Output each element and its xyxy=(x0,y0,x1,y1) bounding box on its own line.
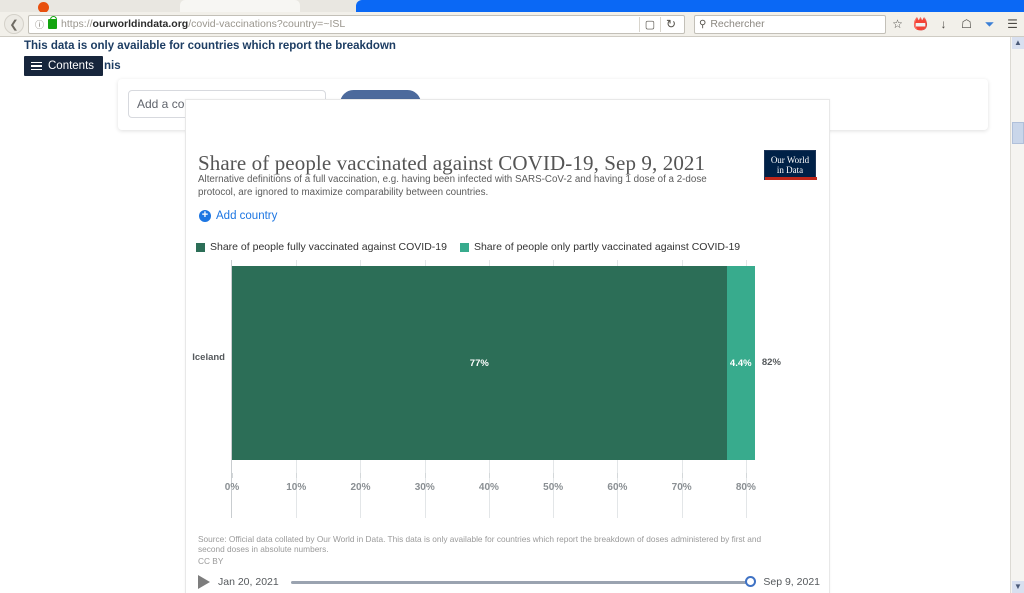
contents-button[interactable]: Contents xyxy=(24,56,104,76)
x-tick-mark xyxy=(681,473,683,478)
back-button-icon[interactable]: ❮ xyxy=(4,14,24,34)
scroll-down-arrow-icon[interactable]: ▼ xyxy=(1012,581,1024,593)
add-country-button[interactable]: + Add country xyxy=(199,210,277,222)
url-path: /covid-vaccinations?country=~ISL xyxy=(188,18,346,30)
legend-label-fully: Share of people fully vaccinated against… xyxy=(210,241,447,253)
x-tick-label: 10% xyxy=(286,482,307,493)
x-tick-label: 70% xyxy=(671,482,692,493)
browser-tab[interactable] xyxy=(180,0,300,12)
page-content: This data is only available for countrie… xyxy=(0,37,1010,593)
browser-tab-highlighted[interactable] xyxy=(356,0,1024,12)
bookmark-star-icon[interactable]: ☆ xyxy=(886,17,909,31)
bar-segment-partly-vaccinated[interactable]: 4.4% xyxy=(726,266,755,460)
x-tick-mark xyxy=(360,473,362,478)
hamburger-icon xyxy=(31,61,42,71)
x-tick-mark xyxy=(553,473,555,478)
scrollbar-thumb[interactable] xyxy=(1012,122,1024,144)
chart-title: Share of people vaccinated against COVID… xyxy=(198,151,706,175)
x-tick-mark xyxy=(424,473,426,478)
page-banner-text: This data is only available for countrie… xyxy=(24,40,396,52)
search-bar[interactable]: ⚲ Rechercher xyxy=(694,14,886,34)
library-icon[interactable]: 📛 xyxy=(909,17,932,31)
url-scheme: https:// xyxy=(61,18,93,30)
timeline-start-date: Jan 20, 2021 xyxy=(218,576,279,588)
x-tick-label: 20% xyxy=(350,482,371,493)
obscured-text: nis xyxy=(104,60,121,72)
menu-hamburger-icon[interactable]: ☰ xyxy=(1001,17,1024,31)
page-scrollbar[interactable]: ▲ ▼ xyxy=(1010,37,1024,593)
x-tick-label: 30% xyxy=(414,482,435,493)
timeline-handle[interactable] xyxy=(745,576,757,587)
owid-logo-line1: Our World xyxy=(770,154,810,165)
timeline-slider[interactable]: Jan 20, 2021 Sep 9, 2021 xyxy=(198,572,820,592)
url-text: https://ourworldindata.org/covid-vaccina… xyxy=(61,18,345,30)
legend-item-fully[interactable]: Share of people fully vaccinated against… xyxy=(196,241,447,253)
search-placeholder: Rechercher xyxy=(710,18,765,30)
x-tick-mark xyxy=(617,473,619,478)
contents-label: Contents xyxy=(48,60,95,72)
screenshot-root: ❮ ⓘ https://ourworldindata.org/covid-vac… xyxy=(0,0,1024,593)
owid-logo: Our World in Data xyxy=(764,150,817,180)
browser-tabstrip xyxy=(0,0,1024,13)
bar-value-fully: 77% xyxy=(469,357,489,369)
legend-item-partly[interactable]: Share of people only partly vaccinated a… xyxy=(459,241,741,253)
home-icon[interactable]: ☖ xyxy=(955,17,978,31)
pocket-shield-icon[interactable]: ⏷ xyxy=(978,17,1001,32)
bar-stack-iceland[interactable]: 77% 4.4% xyxy=(232,266,755,460)
owid-logo-line2: in Data xyxy=(776,165,804,175)
play-icon[interactable] xyxy=(198,575,210,589)
timeline-track[interactable] xyxy=(290,576,757,587)
add-country-label: Add country xyxy=(216,210,278,222)
x-tick-mark xyxy=(488,473,490,478)
search-icon: ⚲ xyxy=(699,18,707,30)
x-tick-mark xyxy=(745,473,747,478)
x-tick-mark xyxy=(232,473,233,478)
downloads-icon[interactable]: ↓ xyxy=(932,17,955,31)
legend-swatch-fully xyxy=(196,242,205,252)
url-domain: ourworldindata.org xyxy=(92,18,189,30)
chart-card: Share of people vaccinated against COVID… xyxy=(185,99,830,593)
chart-license: CC BY xyxy=(198,556,224,566)
chart-source-note: Source: Official data collated by Our Wo… xyxy=(198,534,762,554)
x-tick-mark xyxy=(296,473,298,478)
x-tick-label: 80% xyxy=(735,482,756,493)
bar-segment-fully-vaccinated[interactable]: 77% xyxy=(232,266,727,460)
lock-icon xyxy=(48,16,58,29)
timeline-end-date: Sep 9, 2021 xyxy=(763,576,820,588)
bar-value-partly: 4.4% xyxy=(729,357,752,369)
bar-total-label: 82% xyxy=(761,357,781,368)
category-label-iceland: Iceland xyxy=(192,352,225,363)
scroll-up-arrow-icon[interactable]: ▲ xyxy=(1012,37,1024,49)
chart-subtitle: Alternative definitions of a full vaccin… xyxy=(198,174,707,198)
page-info-icon[interactable]: ⓘ xyxy=(35,18,44,31)
x-tick-label: 0% xyxy=(224,482,240,493)
x-tick-label: 50% xyxy=(543,482,564,493)
x-tick-label: 40% xyxy=(478,482,499,493)
reader-view-icon[interactable]: ▢ xyxy=(640,18,660,31)
plus-circle-icon: + xyxy=(199,210,211,222)
plot-area: Iceland 77% 4.4% 82% 0% 10% 20% 30% 40% 50% 60… xyxy=(186,260,831,518)
browser-toolbar: ❮ ⓘ https://ourworldindata.org/covid-vac… xyxy=(0,12,1024,37)
x-tick-label: 60% xyxy=(607,482,628,493)
chart-legend: Share of people fully vaccinated against… xyxy=(196,241,740,253)
address-bar[interactable]: ⓘ https://ourworldindata.org/covid-vacci… xyxy=(28,14,685,34)
legend-label-partly: Share of people only partly vaccinated a… xyxy=(473,241,741,253)
reload-icon[interactable]: ↻ xyxy=(661,17,681,31)
legend-swatch-partly xyxy=(459,242,469,252)
